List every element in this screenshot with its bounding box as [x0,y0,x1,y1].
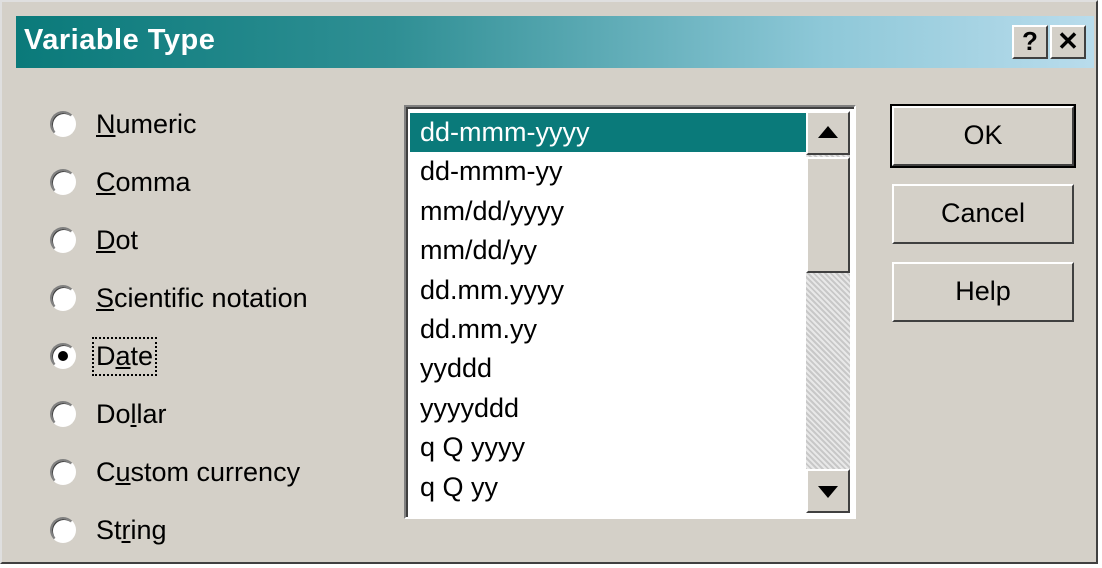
radio-label: Comma [96,166,191,197]
format-item[interactable]: yyddd [410,349,806,388]
scroll-down-button[interactable] [806,469,850,513]
radio-button-icon[interactable] [50,111,76,137]
radio-button-icon[interactable] [50,401,76,427]
help-question-button[interactable]: ? [1012,25,1048,59]
radio-button-icon[interactable] [50,169,76,195]
radio-option-dollar[interactable]: Dollar [50,394,167,434]
format-item[interactable]: yyyyddd [410,389,806,428]
radio-button-icon[interactable] [50,285,76,311]
dialog-title: Variable Type [24,24,216,56]
format-item[interactable]: dd.mm.yy [410,310,806,349]
radio-button-icon[interactable] [50,517,76,543]
format-item[interactable]: q Q yy [410,468,806,507]
help-button[interactable]: Help [892,262,1074,322]
radio-option-string[interactable]: String [50,510,167,550]
format-item[interactable]: dd-mmm-yy [410,152,806,191]
radio-label: Date [91,336,158,376]
format-item[interactable]: mm/dd/yyyy [410,192,806,231]
radio-label: Numeric [96,108,197,139]
format-item[interactable]: dd.mm.yyyy [410,271,806,310]
radio-button-selected-icon[interactable] [50,343,76,369]
ok-button[interactable]: OK [890,104,1076,168]
format-item[interactable]: mm/dd/yy [410,231,806,270]
format-item-selected[interactable]: dd-mmm-yyyy [410,113,806,153]
radio-label: Dollar [96,398,167,429]
cancel-button[interactable]: Cancel [892,184,1074,244]
scroll-up-button[interactable] [806,111,850,155]
radio-button-icon[interactable] [50,227,76,253]
radio-button-icon[interactable] [50,459,76,485]
radio-label: Custom currency [96,456,301,487]
radio-option-date[interactable]: Date [50,336,158,376]
radio-label: Scientific notation [96,282,308,313]
vertical-scrollbar[interactable] [806,111,850,513]
radio-option-custom-currency[interactable]: Custom currency [50,452,300,492]
arrow-down-icon [818,486,838,498]
radio-label: Dot [96,224,139,255]
title-bar: Variable Type ? ✕ [16,16,1094,68]
format-list: dd-mmm-yyyy dd-mmm-yy mm/dd/yyyy mm/dd/y… [410,113,806,507]
radio-option-comma[interactable]: Comma [50,162,191,202]
date-format-listbox[interactable]: dd-mmm-yyyy dd-mmm-yy mm/dd/yyyy mm/dd/y… [404,105,856,519]
radio-option-numeric[interactable]: Numeric [50,104,197,144]
radio-label: String [96,514,167,545]
radio-option-scientific-notation[interactable]: Scientific notation [50,278,308,318]
radio-option-dot[interactable]: Dot [50,220,138,260]
close-button[interactable]: ✕ [1050,25,1086,59]
arrow-up-icon [818,126,838,138]
scrollbar-thumb[interactable] [806,157,850,273]
variable-type-dialog: Variable Type ? ✕ Numeric Comma Dot Scie… [0,0,1098,564]
format-item[interactable]: q Q yyyy [410,428,806,467]
